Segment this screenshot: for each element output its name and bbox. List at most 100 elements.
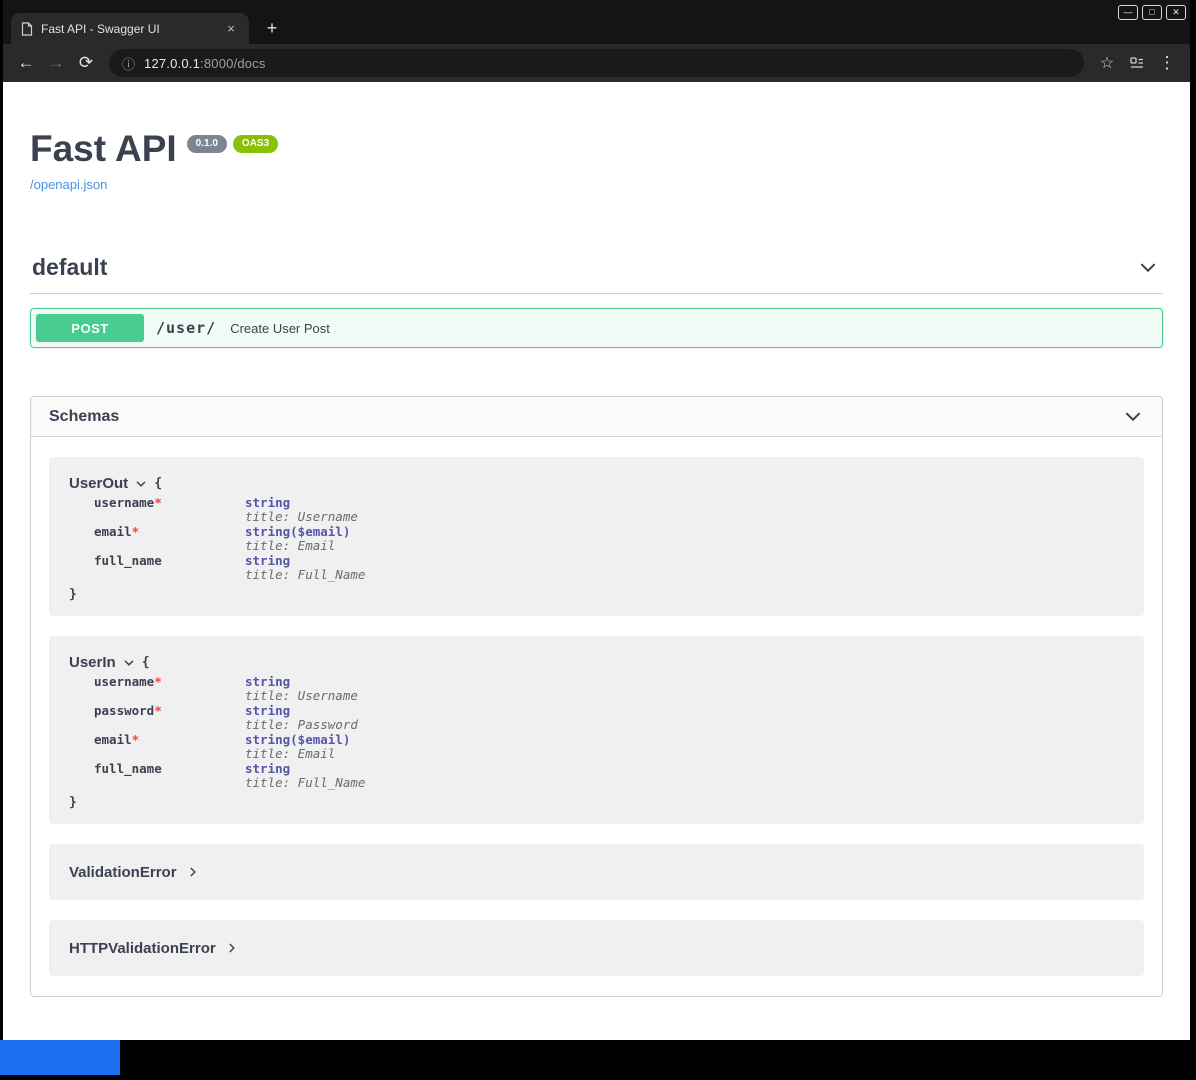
property-title: title: Full_Name [245,776,365,790]
minimize-button[interactable]: — [1118,5,1138,20]
reload-icon[interactable]: ⟳ [71,48,101,78]
property-type: string($email) [245,525,365,539]
forward-icon[interactable]: → [41,48,71,78]
model-name: HTTPValidationError [69,940,216,957]
maximize-button[interactable]: □ [1142,5,1162,20]
operation-path: /user/ [156,319,216,337]
chevron-down-icon [135,478,147,490]
window-controls: — □ ✕ [1118,5,1186,20]
browser-window: — □ ✕ Fast API - Swagger UI × + ← → ⟳ ⓘ … [0,0,1196,1080]
url-host: 127.0.0.1 [144,56,200,71]
schema-property-row: username* string title: Username [94,675,365,704]
property-title: title: Username [245,689,365,703]
property-name: password [94,703,154,718]
property-name: full_name [94,553,162,568]
model-userout-toggle[interactable]: UserOut { [69,475,1124,492]
property-name: username [94,674,154,689]
required-star: * [154,703,162,718]
tab-title: Fast API - Swagger UI [41,22,215,36]
new-tab-button[interactable]: + [259,15,285,41]
api-info: Fast API 0.1.0 OAS3 /openapi.json [3,82,1190,194]
api-badges: 0.1.0 OAS3 [187,135,278,153]
close-icon: ✕ [1172,8,1180,17]
url-bar[interactable]: ⓘ 127.0.0.1:8000/docs [109,49,1084,77]
model-userout: UserOut { username* string title: Userna… [49,457,1144,616]
api-title-row: Fast API 0.1.0 OAS3 [30,130,1163,167]
operation-summary: Create User Post [230,321,330,336]
maximize-icon: □ [1149,8,1154,17]
close-brace: } [69,795,1124,810]
property-type: string [245,704,365,718]
schemas-body: UserOut { username* string title: Userna… [31,437,1162,996]
required-star: * [132,524,140,539]
page-title: Fast API [30,130,177,167]
opblock-post-user[interactable]: POST /user/ Create User Post [30,308,1163,348]
property-name: email [94,524,132,539]
model-properties: username* string title: Username passwor… [94,675,365,791]
openapi-spec-link[interactable]: /openapi.json [30,177,107,192]
model-name: ValidationError [69,864,177,881]
open-brace: { [142,655,150,670]
property-name: full_name [94,761,162,776]
schemas-header[interactable]: Schemas [31,397,1162,437]
bottom-bar [0,1040,1196,1080]
model-userin: UserIn { username* string title: Usernam… [49,636,1144,824]
required-star: * [154,674,162,689]
tag-section-default[interactable]: default [30,248,1163,294]
model-name: UserOut [69,475,128,492]
property-name: email [94,732,132,747]
property-title: title: Full_Name [245,568,365,582]
chevron-down-icon[interactable] [1137,257,1159,279]
bookmark-star-icon[interactable]: ☆ [1092,48,1122,78]
model-userin-toggle[interactable]: UserIn { [69,654,1124,671]
schema-property-row: full_name string title: Full_Name [94,762,365,791]
schema-property-row: username* string title: Username [94,496,365,525]
close-button[interactable]: ✕ [1166,5,1186,20]
back-icon[interactable]: ← [11,48,41,78]
window-titlebar: — □ ✕ Fast API - Swagger UI × + [3,0,1190,44]
required-star: * [132,732,140,747]
oas-badge: OAS3 [233,135,278,153]
chevron-down-icon [123,657,135,669]
property-name: username [94,495,154,510]
property-type: string [245,762,365,776]
schema-property-row: password* string title: Password [94,704,365,733]
schema-property-row: email* string($email) title: Email [94,525,365,554]
chevron-down-icon[interactable] [1122,406,1144,428]
minimize-icon: — [1124,8,1133,17]
menu-icon[interactable]: ⋮ [1152,48,1182,78]
tab-groups-icon [1129,55,1145,71]
method-badge: POST [36,314,144,342]
model-name: UserIn [69,654,116,671]
url-path: :8000/docs [200,56,266,71]
open-brace: { [154,476,162,491]
property-type: string($email) [245,733,365,747]
property-type: string [245,675,365,689]
page-icon [21,22,33,36]
property-title: title: Email [245,539,365,553]
tab-close-icon[interactable]: × [223,21,239,36]
browser-tab[interactable]: Fast API - Swagger UI × [11,13,249,44]
url-text: 127.0.0.1:8000/docs [144,56,266,71]
required-star: * [154,495,162,510]
browser-actions-icon[interactable] [1122,48,1152,78]
chevron-right-icon [187,866,199,878]
schemas-title: Schemas [49,408,119,426]
chevron-right-icon [226,942,238,954]
version-badge: 0.1.0 [187,135,227,153]
swagger-page: Fast API 0.1.0 OAS3 /openapi.json defaul… [3,82,1190,1040]
property-type: string [245,554,365,568]
property-type: string [245,496,365,510]
close-brace: } [69,587,1124,602]
tag-name: default [32,254,107,281]
property-title: title: Password [245,718,365,732]
schemas-section: Schemas UserOut { [30,396,1163,997]
schema-property-row: full_name string title: Full_Name [94,554,365,583]
property-title: title: Username [245,510,365,524]
site-info-icon[interactable]: ⓘ [122,54,135,73]
browser-toolbar: ← → ⟳ ⓘ 127.0.0.1:8000/docs ☆ ⋮ [3,44,1190,82]
model-validationerror[interactable]: ValidationError [49,844,1144,900]
schema-property-row: email* string($email) title: Email [94,733,365,762]
model-httpvalidationerror[interactable]: HTTPValidationError [49,920,1144,976]
property-title: title: Email [245,747,365,761]
